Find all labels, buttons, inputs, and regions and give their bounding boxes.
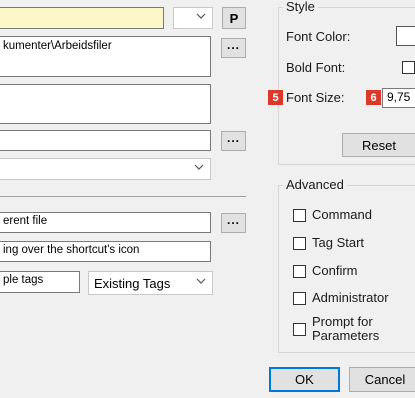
font-color-label: Font Color: (286, 29, 351, 44)
separator-line (0, 196, 246, 197)
bold-font-label: Bold Font: (286, 60, 346, 75)
chevron-down-icon (194, 164, 204, 170)
chevron-down-icon (196, 278, 206, 284)
command-label: Command (312, 207, 372, 222)
p-button[interactable]: P (222, 7, 246, 29)
confirm-label: Confirm (312, 263, 358, 278)
chevron-down-icon (196, 13, 206, 19)
path-field[interactable]: kumenter\Arbeidsfiler (0, 36, 211, 77)
text-field[interactable] (0, 130, 211, 151)
reset-button[interactable]: Reset (342, 133, 415, 157)
existing-tags-dropdown[interactable]: Existing Tags (88, 271, 213, 295)
multiline-field[interactable] (0, 84, 211, 124)
cancel-button[interactable]: Cancel (349, 367, 415, 392)
tag-start-label: Tag Start (312, 235, 365, 250)
highlighted-field[interactable] (0, 7, 164, 29)
style-group-title: Style (283, 0, 318, 14)
badge-5: 5 (268, 90, 283, 105)
parameters-label: Parameters (312, 328, 380, 343)
dropdown-small[interactable] (173, 7, 213, 29)
tooltip-field[interactable]: ing over the shortcut's icon (0, 241, 211, 262)
bold-font-checkbox[interactable] (402, 61, 415, 74)
existing-tags-label: Existing Tags (94, 276, 171, 291)
advanced-group-title: Advanced (283, 177, 347, 192)
prompt-for-label: Prompt for (312, 314, 373, 329)
browse-button-2[interactable]: ... (221, 131, 246, 151)
confirm-checkbox[interactable] (293, 265, 306, 278)
tags-field[interactable]: ple tags (0, 271, 80, 293)
administrator-label: Administrator (312, 290, 389, 305)
font-size-label: Font Size: (286, 90, 345, 105)
font-size-input[interactable]: 9,75 (382, 88, 415, 108)
administrator-checkbox[interactable] (293, 292, 306, 305)
dropdown-wide[interactable] (0, 158, 211, 180)
tag-start-checkbox[interactable] (293, 237, 306, 250)
different-file-field[interactable]: erent file (0, 212, 211, 233)
ok-button[interactable]: OK (269, 367, 340, 392)
browse-path-button[interactable]: ... (221, 38, 246, 58)
browse-button-3[interactable]: ... (221, 213, 246, 233)
prompt-parameters-checkbox[interactable] (293, 323, 306, 336)
font-color-swatch[interactable] (396, 26, 415, 46)
badge-6: 6 (366, 90, 381, 105)
command-checkbox[interactable] (293, 209, 306, 222)
